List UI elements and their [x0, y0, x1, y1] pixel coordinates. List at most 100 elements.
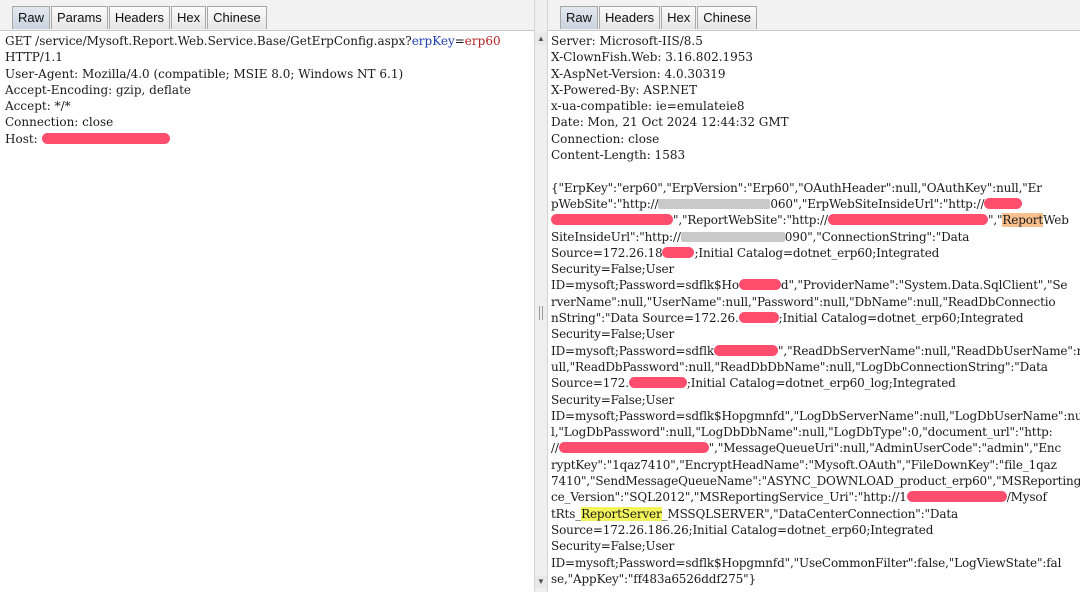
- request-tab-hex[interactable]: Hex: [170, 6, 207, 29]
- request-header-line: Connection: close: [5, 115, 114, 130]
- response-tab-chinese[interactable]: Chinese: [697, 6, 757, 29]
- response-body-line: Security=False;User: [551, 262, 675, 277]
- request-line: GET /service/Mysoft.Report.Web.Service.B…: [5, 33, 534, 49]
- response-body-line: l,"LogDbPassword":null,"LogDbDbName":nul…: [551, 425, 1053, 440]
- scroll-up-arrow[interactable]: ▲: [535, 33, 547, 45]
- response-header-line: Content-Length: 1583: [551, 148, 686, 163]
- body-text: ce_Version":"SQL2012","MSReportingServic…: [551, 490, 907, 505]
- body-text: 060","ErpWebSiteInsideUrl":"http://: [770, 196, 985, 211]
- body-text: ","ReadDbServerName":null,"ReadDbUserNam…: [778, 343, 1080, 358]
- response-body-line: ce_Version":"SQL2012","MSReportingServic…: [551, 489, 1080, 505]
- request-header-line: HTTP/1.1: [5, 50, 63, 65]
- response-body-line: rverName":null,"UserName":null,"Password…: [551, 294, 1056, 309]
- search-highlight: ReportServer: [581, 506, 662, 521]
- response-editor[interactable]: Server: Microsoft-IIS/8.5 X-ClownFish.We…: [548, 31, 1080, 592]
- body-text: ID=mysoft;Password=sdflk$Ho: [551, 278, 739, 293]
- redaction-mark: [827, 214, 988, 226]
- response-body-line: nString":"Data Source=172.26. ;Initial Ca…: [551, 310, 1080, 326]
- query-equals: =: [454, 34, 465, 48]
- response-body-line: ID=mysoft;Password=sdflk$Hopgmnfd","LogD…: [551, 408, 1080, 423]
- chevron-down-icon: ▼: [537, 577, 545, 586]
- chevron-up-icon: ▲: [537, 34, 545, 43]
- request-pane: Raw Params Headers Hex Chinese GET /serv…: [0, 0, 534, 592]
- response-header-line: Connection: close: [551, 131, 660, 146]
- response-body-line: ID=mysoft;Password=sdflk$Hopgmnfd","UseC…: [551, 555, 1062, 570]
- redaction-mark: [738, 279, 781, 291]
- response-tab-headers[interactable]: Headers: [599, 6, 661, 29]
- body-text: 090","ConnectionString":"Data: [784, 229, 970, 244]
- response-header-line: Date: Mon, 21 Oct 2024 12:44:32 GMT: [551, 115, 789, 130]
- request-path: GET /service/Mysoft.Report.Web.Service.B…: [5, 34, 412, 48]
- request-tab-raw[interactable]: Raw: [12, 6, 51, 29]
- query-param-value: erp60: [464, 34, 501, 48]
- redaction-mark: [558, 442, 709, 454]
- response-header-line: Server: Microsoft-IIS/8.5: [551, 34, 703, 48]
- body-text: Source=172.: [551, 376, 629, 391]
- body-text: pWebSite":"http://: [551, 196, 659, 211]
- redaction-mark: [662, 246, 695, 258]
- body-text: SiteInsideUrl":"http://: [551, 229, 681, 244]
- response-header-line: X-AspNet-Version: 4.0.30319: [551, 66, 726, 81]
- response-header-line: X-Powered-By: ASP.NET: [551, 82, 697, 97]
- response-tab-hex[interactable]: Hex: [661, 6, 697, 29]
- response-body-line: ull,"ReadDbPassword":null,"ReadDbDbName"…: [551, 359, 1048, 374]
- query-param-name: erpKey: [411, 34, 455, 48]
- body-text: nString":"Data Source=172.26.: [551, 311, 739, 326]
- redaction-mark: [628, 377, 687, 389]
- response-body-line: ID=mysoft;Password=sdflk$Ho d","ProviderN…: [551, 277, 1080, 293]
- body-text: ;Initial Catalog=dotnet_erp60_log;Integr…: [686, 376, 956, 391]
- body-text: ID=mysoft;Password=sdflk: [551, 343, 715, 358]
- redaction-mark: [551, 214, 673, 226]
- response-body-line: Source=172.26.18 ;Initial Catalog=dotnet_…: [551, 245, 1080, 261]
- response-tabbar: Raw Headers Hex Chinese: [548, 0, 1080, 31]
- response-header-line: X-ClownFish.Web: 3.16.802.1953: [551, 50, 754, 65]
- body-text: Source=172.26.18: [551, 245, 663, 260]
- request-tab-headers[interactable]: Headers: [108, 6, 170, 29]
- request-tabbar: Raw Params Headers Hex Chinese: [0, 0, 534, 31]
- response-pane: Raw Headers Hex Chinese Server: Microsof…: [548, 0, 1080, 592]
- response-body-line: {"ErpKey":"erp60","ErpVersion":"Erp60","…: [551, 180, 1042, 195]
- body-text: ","ReportWebSite":"http://: [673, 213, 828, 228]
- response-tab-raw[interactable]: Raw: [560, 6, 599, 29]
- redaction-mark: [906, 491, 1007, 503]
- request-header-line: Accept-Encoding: gzip, deflate: [5, 82, 192, 97]
- redaction-mark: [680, 231, 785, 242]
- response-body-line: se,"AppKey":"ff483a6526ddf275"}: [551, 571, 756, 586]
- body-text: tRts_: [551, 506, 582, 521]
- response-body-line: ","ReportWebSite":"http:// ","ReportWeb: [551, 212, 1080, 228]
- request-editor[interactable]: GET /service/Mysoft.Report.Web.Service.B…: [0, 31, 534, 592]
- body-text: ","MessageQueueUri":null,"AdminUserCode"…: [708, 441, 1062, 456]
- response-body-line: pWebSite":"http:// 060","ErpWebSiteInside…: [551, 196, 1080, 212]
- request-tab-params[interactable]: Params: [51, 6, 108, 29]
- request-tab-chinese[interactable]: Chinese: [207, 6, 267, 29]
- body-text: /Mysof: [1006, 490, 1047, 505]
- host-label: Host:: [5, 131, 42, 146]
- response-body-line: Security=False;User: [551, 327, 675, 342]
- search-highlight: Report: [1002, 213, 1044, 228]
- response-body-line: Source=172.26.186.26;Initial Catalog=dot…: [551, 522, 934, 537]
- redaction-mark: [658, 198, 771, 209]
- response-body-line: ID=mysoft;Password=sdflk ","ReadDbServerN…: [551, 343, 1080, 359]
- splitter-grip[interactable]: [539, 306, 543, 320]
- request-header-line: Accept: */*: [5, 99, 71, 114]
- redaction-mark: [984, 197, 1023, 209]
- response-body-line: // ","MessageQueueUri":null,"AdminUserCod…: [551, 440, 1080, 456]
- response-body-line: ryptKey":"1qaz7410","EncryptHeadName":"M…: [551, 457, 1057, 472]
- request-header-line: User-Agent: Mozilla/4.0 (compatible; MSI…: [5, 66, 404, 81]
- redaction-mark: [738, 312, 779, 324]
- redaction-mark: [41, 132, 170, 144]
- response-body-line: Source=172. ;Initial Catalog=dotnet_erp60…: [551, 375, 1080, 391]
- request-host-line: Host:: [5, 131, 534, 147]
- response-header-line: x-ua-compatible: ie=emulateie8: [551, 99, 745, 114]
- pane-splitter[interactable]: [534, 0, 548, 592]
- body-text: Web: [1043, 213, 1069, 228]
- body-text: d","ProviderName":"System.Data.SqlClient…: [780, 278, 1068, 293]
- scroll-down-arrow[interactable]: ▼: [535, 576, 547, 588]
- body-text: _MSSQLSERVER","DataCenterConnection":"Da…: [661, 506, 959, 521]
- response-body-line: tRts_ReportServer_MSSQLSERVER","DataCent…: [551, 506, 1080, 522]
- response-body-line: 7410","SendMessageQueueName":"ASYNC_DOWN…: [551, 474, 1080, 489]
- body-text: ;Initial Catalog=dotnet_erp60;Integrated: [694, 245, 940, 260]
- response-body-line: SiteInsideUrl":"http:// 090","ConnectionS…: [551, 229, 1080, 245]
- redaction-mark: [714, 344, 779, 356]
